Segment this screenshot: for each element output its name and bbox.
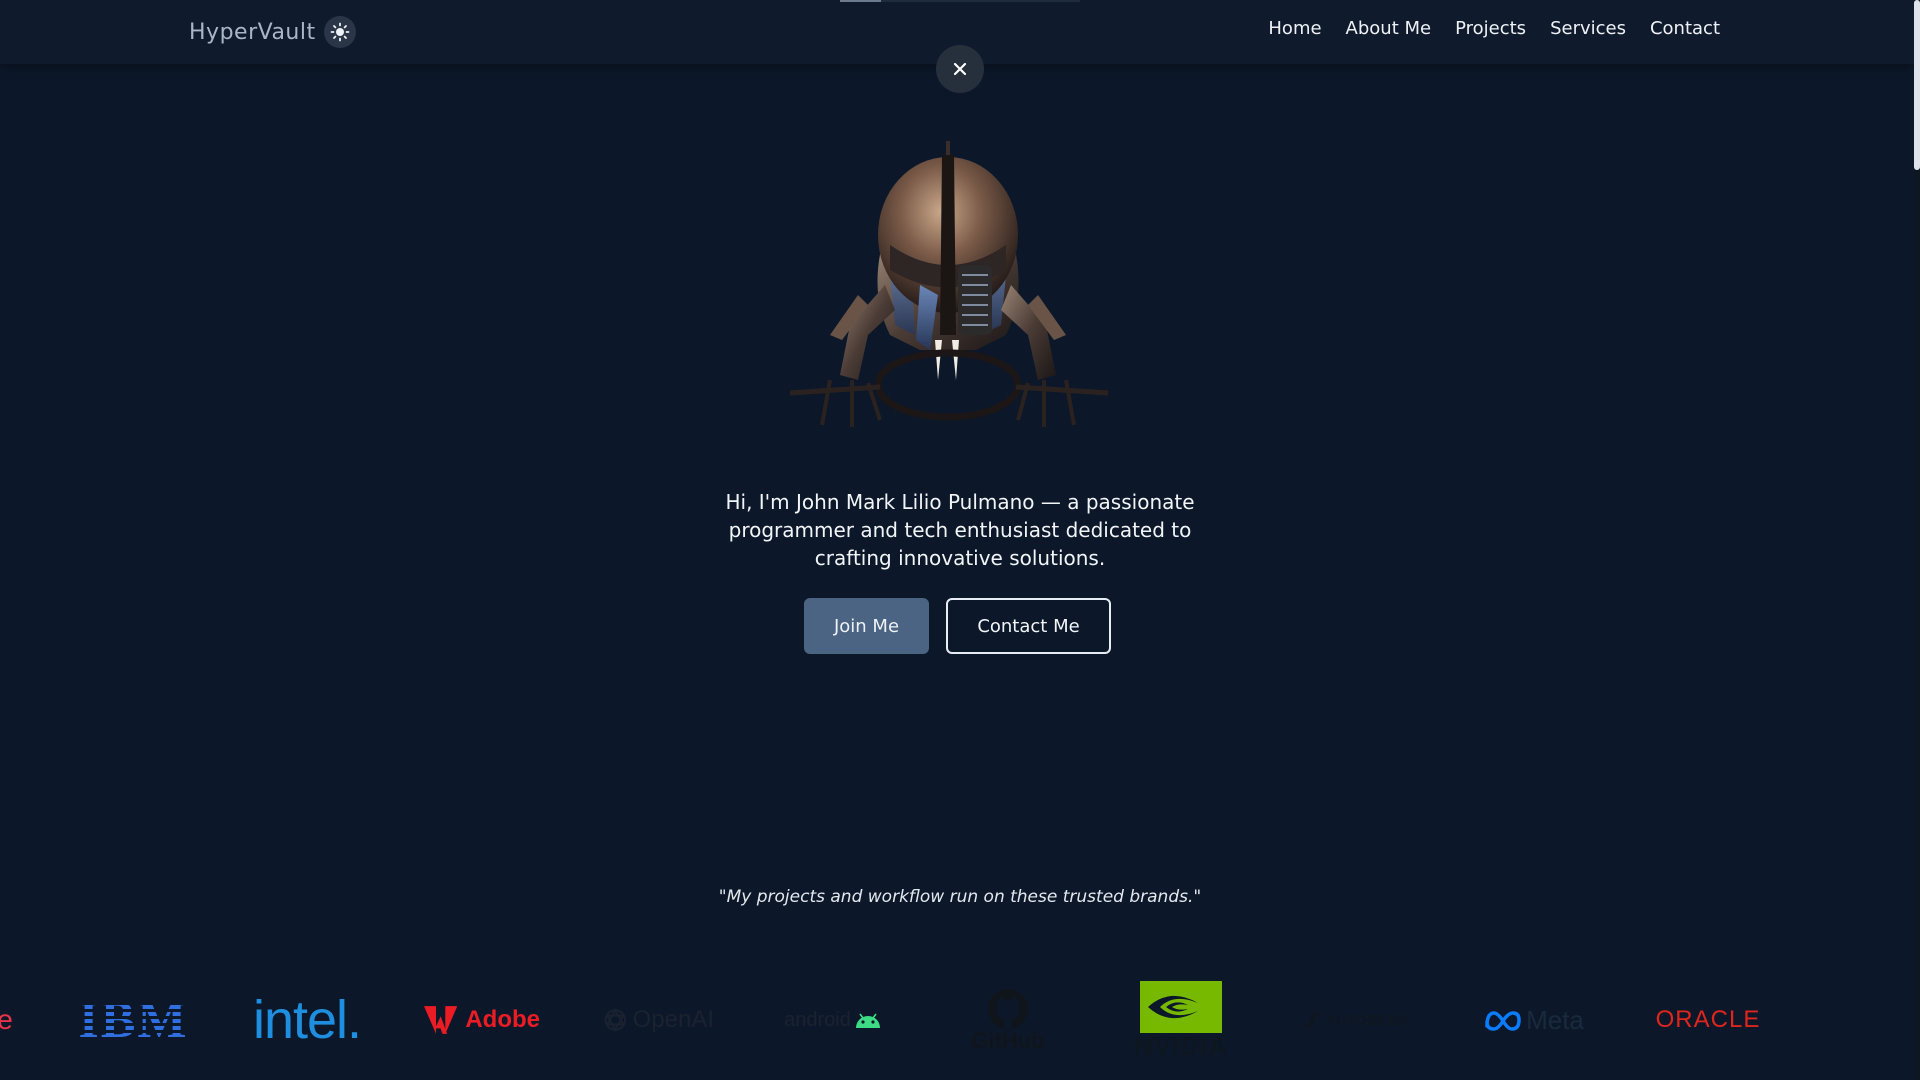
nav-projects-link[interactable]: Projects xyxy=(1455,18,1526,39)
page-scrollbar[interactable] xyxy=(1914,0,1920,1080)
adobe-icon xyxy=(424,1006,458,1034)
hero-intro-text: Hi, I'm John Mark Lilio Pulmano — a pass… xyxy=(725,490,1195,570)
openai-icon xyxy=(604,1008,627,1032)
brand-name: Meta xyxy=(1526,1004,1584,1035)
contact-me-button[interactable]: Contact Me xyxy=(946,598,1111,654)
autodesk-icon xyxy=(1305,1013,1322,1027)
brand-name: NVIDIA xyxy=(1133,1031,1229,1061)
brand-logo-github: GitHub xyxy=(970,975,1046,1065)
brand-name: Adobe xyxy=(465,1006,540,1033)
theme-toggle-button[interactable] xyxy=(323,16,356,48)
brand-logo-ibm: IBM xyxy=(76,975,191,1065)
logo-text: HyperVault xyxy=(189,19,316,45)
join-me-button[interactable]: Join Me xyxy=(804,598,929,654)
brand-name: e xyxy=(0,1004,13,1035)
loading-bar-fill xyxy=(840,0,881,2)
scrollbar-thumb[interactable] xyxy=(1914,0,1920,170)
brand-name: OpenAI xyxy=(632,1006,714,1033)
brand-name: android xyxy=(784,1008,851,1031)
close-icon xyxy=(953,62,967,76)
brand-logo-autodesk: AUTODESK xyxy=(1304,975,1410,1065)
nav-contact-link[interactable]: Contact xyxy=(1650,18,1720,39)
nav-services-link[interactable]: Services xyxy=(1550,18,1626,39)
brand-logo-meta: Meta xyxy=(1476,975,1592,1065)
brand-name: GitHub xyxy=(971,1028,1045,1053)
brand-logo-openai: OpenAI xyxy=(602,975,714,1065)
close-button[interactable] xyxy=(936,45,984,93)
brand-name: intel. xyxy=(252,990,362,1050)
meta-icon xyxy=(1485,1011,1521,1031)
page-loading-bar xyxy=(840,0,1080,2)
brand-name: ORACLE xyxy=(1655,1006,1761,1033)
nvidia-eye-icon xyxy=(1140,981,1222,1033)
brand-logo-strip: e IBM intel. Adobe OpenAI android GitHub… xyxy=(0,975,1914,1065)
android-icon xyxy=(855,1013,880,1028)
sun-icon xyxy=(330,22,350,42)
site-logo[interactable]: HyperVault xyxy=(189,15,356,49)
hero-buttons: Join Me Contact Me xyxy=(804,598,1111,654)
main-nav: Home About Me Projects Services Contact xyxy=(1268,18,1720,39)
brand-logo-android: android xyxy=(780,975,886,1065)
brand-logo-adobe: Adobe xyxy=(424,975,540,1065)
brands-quote: "My projects and workflow run on these t… xyxy=(718,887,1202,907)
brand-logo-nvidia: NVIDIA xyxy=(1126,975,1236,1065)
brand-logo-partial: e xyxy=(0,975,16,1065)
nav-home-link[interactable]: Home xyxy=(1268,18,1321,39)
brand-logo-intel: intel. xyxy=(248,975,366,1065)
robot-illustration xyxy=(789,141,1109,427)
brand-logo-oracle: ORACLE xyxy=(1650,975,1766,1065)
brand-name: IBM xyxy=(78,991,189,1049)
github-icon xyxy=(988,989,1028,1029)
brand-name: AUTODESK xyxy=(1325,1011,1409,1029)
nav-about-me-link[interactable]: About Me xyxy=(1346,18,1432,39)
